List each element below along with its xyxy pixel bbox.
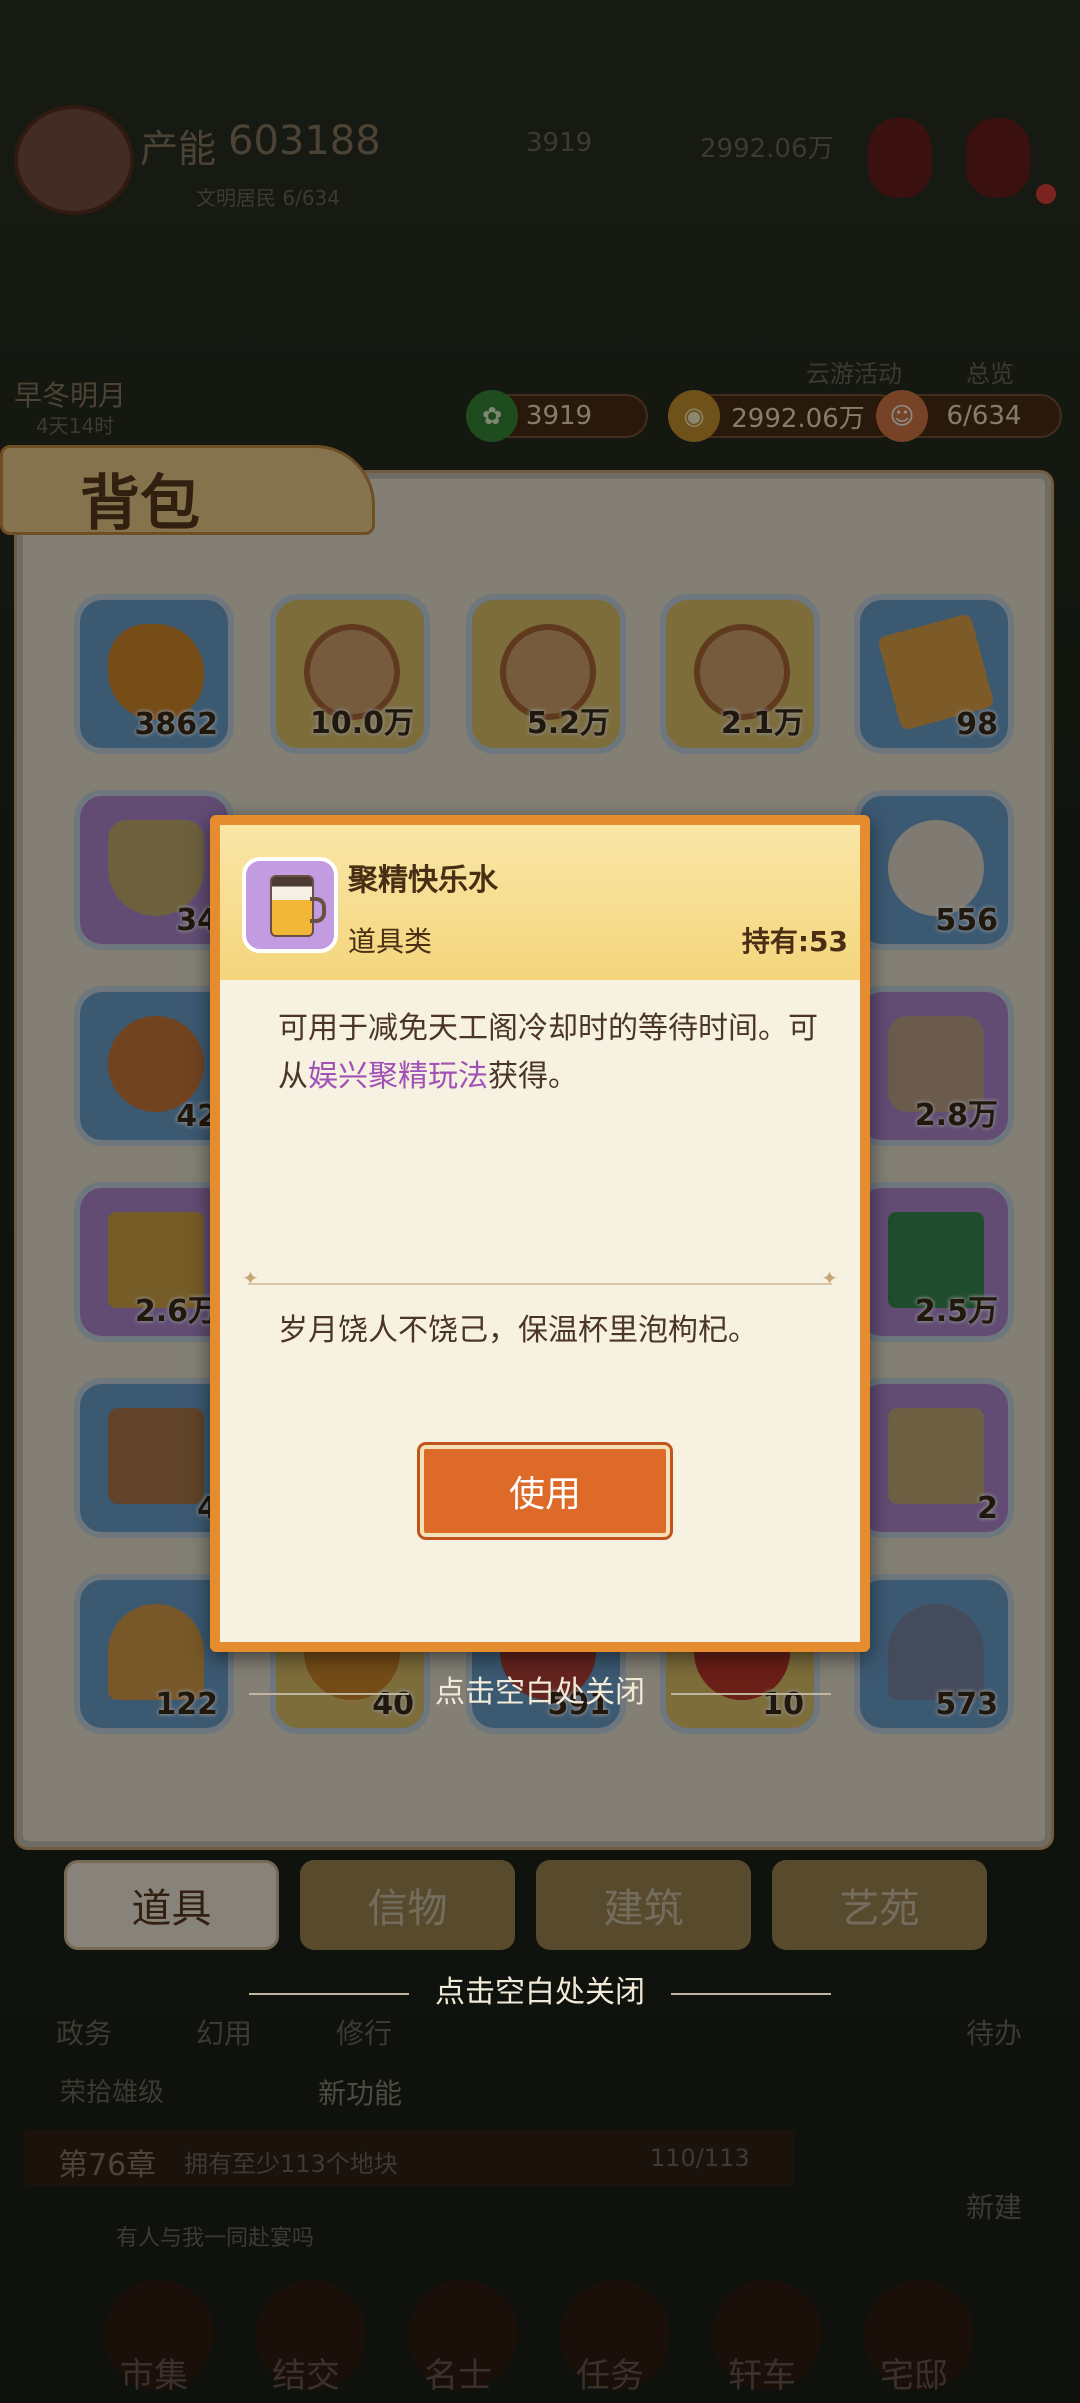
- item-description: 可用于减免天工阁冷却时的等待时间。可从娱兴聚精玩法获得。: [278, 1011, 818, 1094]
- divider: [242, 1266, 838, 1290]
- item-thumbnail: [242, 857, 338, 953]
- item-detail-modal: 聚精快乐水 道具类 持有:53 可用于减免天工阁冷却时的等待时间。可从娱兴聚精玩…: [210, 815, 870, 1652]
- close-hint-lower[interactable]: 点击空白处关闭: [0, 1967, 1080, 2011]
- item-name: 聚精快乐水: [348, 863, 498, 898]
- item-holding-count: 持有:53: [741, 925, 848, 958]
- use-button[interactable]: 使用: [420, 1445, 670, 1537]
- desc-link[interactable]: 娱兴聚精玩法: [308, 1059, 488, 1094]
- item-category: 道具类: [348, 925, 433, 958]
- close-hint[interactable]: 点击空白处关闭: [0, 1667, 1080, 1711]
- item-flavor-text: 岁月饶人不饶己，保温杯里泡枸杞。: [278, 1313, 758, 1348]
- modal-header: 聚精快乐水 道具类 持有:53: [220, 825, 860, 980]
- jar-icon: [270, 875, 314, 937]
